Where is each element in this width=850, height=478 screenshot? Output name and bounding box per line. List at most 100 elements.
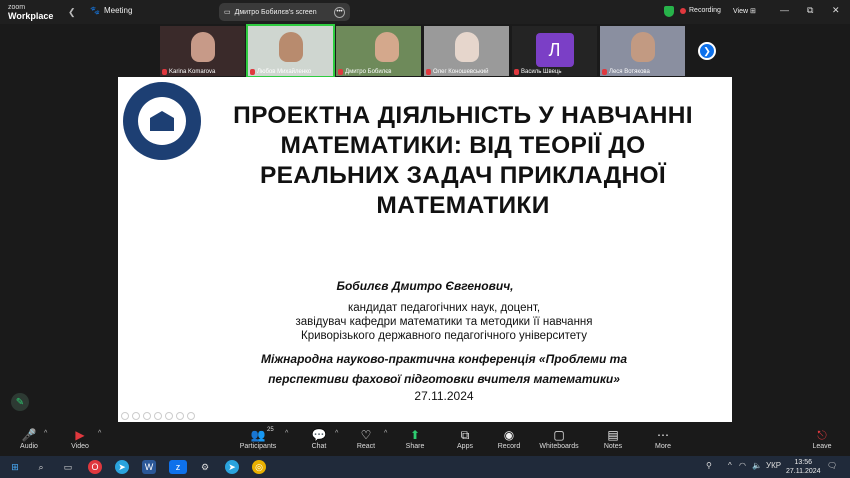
mic-muted-icon <box>162 69 167 75</box>
position-line: Криворізького державного педагогічного у… <box>301 330 587 342</box>
annotate-pencil-icon[interactable]: ✎ <box>11 393 29 411</box>
participants-options-caret-icon[interactable]: ^ <box>285 430 288 437</box>
shared-screen-slide: ПРОЕКТНА ДІЯЛЬНІСТЬ У НАВЧАННІ МАТЕМАТИК… <box>118 77 732 422</box>
participants-label: Participants <box>239 443 277 450</box>
network-people-icon[interactable]: ⚲ <box>706 461 712 470</box>
video-tile-active-speaker[interactable]: Любов Михайленко <box>246 24 335 78</box>
video-tile[interactable]: Леся Вотякова <box>600 26 685 76</box>
participants-icon: 👥 <box>250 428 266 442</box>
tray-chevron-up-icon[interactable]: ^ <box>728 461 732 470</box>
zoom-taskbar-icon[interactable]: z <box>169 460 187 474</box>
audio-label: Audio <box>20 443 38 450</box>
search-icon[interactable]: ⌕ <box>34 460 48 474</box>
participant-video <box>375 32 399 62</box>
share-button[interactable]: ⬆ Share <box>390 427 440 450</box>
slide-controls[interactable] <box>121 412 195 420</box>
windows-taskbar: ⊞ ⌕ ▭ O ➤ W z ⚙ ➤ ◎ ⚲ ^ ◠ 🔈 УКР 13:56 27… <box>0 456 850 478</box>
windows-start-icon[interactable]: ⊞ <box>8 460 22 474</box>
apps-label: Apps <box>457 443 473 450</box>
chevron-right-icon: ❯ <box>703 45 711 56</box>
video-tile[interactable]: Л Василь Швець <box>512 26 597 76</box>
participant-name: Олег Коношевський <box>433 69 489 75</box>
title-bar: zoom Workplace ❮ 🐾 Meeting ▭ Дмитро Боби… <box>0 0 850 24</box>
participant-video <box>278 32 303 62</box>
slide-author-position: кандидат педагогічних наук, доцент, заві… <box>118 301 732 343</box>
input-language[interactable]: УКР <box>766 461 781 470</box>
telegram-icon[interactable]: ➤ <box>225 460 239 474</box>
more-label: More <box>655 443 671 450</box>
apps-icon: ⧉ <box>460 428 470 442</box>
system-clock[interactable]: 13:56 27.11.2024 <box>786 458 821 476</box>
notifications-icon[interactable]: 🗨 <box>827 461 837 470</box>
record-label: Record <box>497 443 521 450</box>
word-icon[interactable]: W <box>142 460 156 474</box>
video-off-icon: ▶ <box>75 428 85 442</box>
participant-video <box>454 32 479 62</box>
video-tile[interactable]: Олег Коношевський <box>424 26 509 76</box>
minimize-icon[interactable]: — <box>780 5 789 15</box>
slide-date: 27.11.2024 <box>414 389 474 403</box>
meeting-info[interactable]: 🐾 Meeting <box>90 6 132 15</box>
opera-browser-icon[interactable]: O <box>88 460 102 474</box>
participants-button[interactable]: 👥 Participants <box>233 427 283 450</box>
mic-muted-icon <box>250 69 255 75</box>
view-label: View <box>733 8 749 15</box>
chat-options-caret-icon[interactable]: ^ <box>335 430 338 437</box>
whiteboard-icon: ▢ <box>553 428 565 442</box>
slide-title: ПРОЕКТНА ДІЯЛЬНІСТЬ У НАВЧАННІ МАТЕМАТИК… <box>233 102 693 219</box>
close-icon[interactable]: ✕ <box>832 5 840 16</box>
more-options-icon[interactable]: ••• <box>334 6 345 18</box>
chat-icon: 💬 <box>311 428 327 442</box>
wifi-icon[interactable]: ◠ <box>739 461 746 470</box>
mic-off-icon: 🎤 <box>21 428 37 442</box>
meeting-toolbar: 🎤 Audio ^ ▶ Video ^ 👥 Participants 25 ^ … <box>0 424 850 456</box>
react-label: React <box>356 443 376 450</box>
brand-line2: Workplace <box>8 11 54 21</box>
chevron-left-icon[interactable]: ❮ <box>68 7 76 18</box>
leave-button[interactable]: ⎋ Leave <box>797 427 847 450</box>
apps-button[interactable]: ⧉ Apps <box>440 427 490 450</box>
screen-share-pill[interactable]: ▭ Дмитро Бобилєв's screen ••• <box>219 3 350 21</box>
avatar: Л <box>535 33 574 67</box>
maximize-icon[interactable]: ⧉ <box>807 5 813 16</box>
clock-date: 27.11.2024 <box>786 468 821 475</box>
share-screen-icon: ⬆ <box>409 428 421 442</box>
university-seal-logo <box>123 82 201 160</box>
react-options-caret-icon[interactable]: ^ <box>384 430 387 437</box>
zoom-logo: zoom Workplace <box>8 3 53 21</box>
shield-icon[interactable] <box>664 6 674 17</box>
slide-author: Бобилєв Дмитро Євгенович, <box>336 279 514 293</box>
record-icon: ◉ <box>503 428 515 442</box>
view-button[interactable]: View ⊞ <box>733 7 756 15</box>
meeting-label: Meeting <box>103 6 133 15</box>
mic-muted-icon <box>338 69 343 75</box>
share-label: Share <box>405 443 425 450</box>
participant-name: Любов Михайленко <box>257 69 312 75</box>
participant-name: Леся Вотякова <box>609 69 650 75</box>
whiteboards-label: Whiteboards <box>539 443 579 450</box>
recording-indicator[interactable]: Recording <box>680 7 721 14</box>
participant-name: Дмитро Бобилєв <box>345 69 392 75</box>
audio-options-caret-icon[interactable]: ^ <box>44 430 47 437</box>
telegram-icon[interactable]: ➤ <box>115 460 129 474</box>
screen-icon: ▭ <box>224 9 231 16</box>
volume-icon[interactable]: 🔈 <box>752 461 762 470</box>
chrome-icon[interactable]: ◎ <box>252 460 266 474</box>
video-label: Video <box>71 443 89 450</box>
video-tile[interactable]: Karina Komarova <box>160 26 245 76</box>
slide-conference: Міжнародна науково-практична конференція… <box>118 349 732 389</box>
settings-gear-icon[interactable]: ⚙ <box>198 460 212 474</box>
more-button[interactable]: ⋯ More <box>638 427 688 450</box>
video-options-caret-icon[interactable]: ^ <box>98 430 101 437</box>
participant-video <box>190 32 215 62</box>
position-line: кандидат педагогічних наук, доцент, <box>347 302 541 314</box>
record-button[interactable]: ◉ Record <box>484 427 534 450</box>
conference-line: перспективи фахової підготовки вчителя м… <box>268 372 620 386</box>
mic-muted-icon <box>426 69 431 75</box>
notes-button[interactable]: ▤ Notes <box>588 427 638 450</box>
file-explorer-icon[interactable]: ▭ <box>61 460 75 474</box>
next-page-button[interactable]: ❯ <box>698 42 716 60</box>
whiteboards-button[interactable]: ▢ Whiteboards <box>534 427 584 450</box>
clock-time: 13:56 <box>794 459 813 466</box>
video-tile[interactable]: Дмитро Бобилєв <box>336 26 421 76</box>
